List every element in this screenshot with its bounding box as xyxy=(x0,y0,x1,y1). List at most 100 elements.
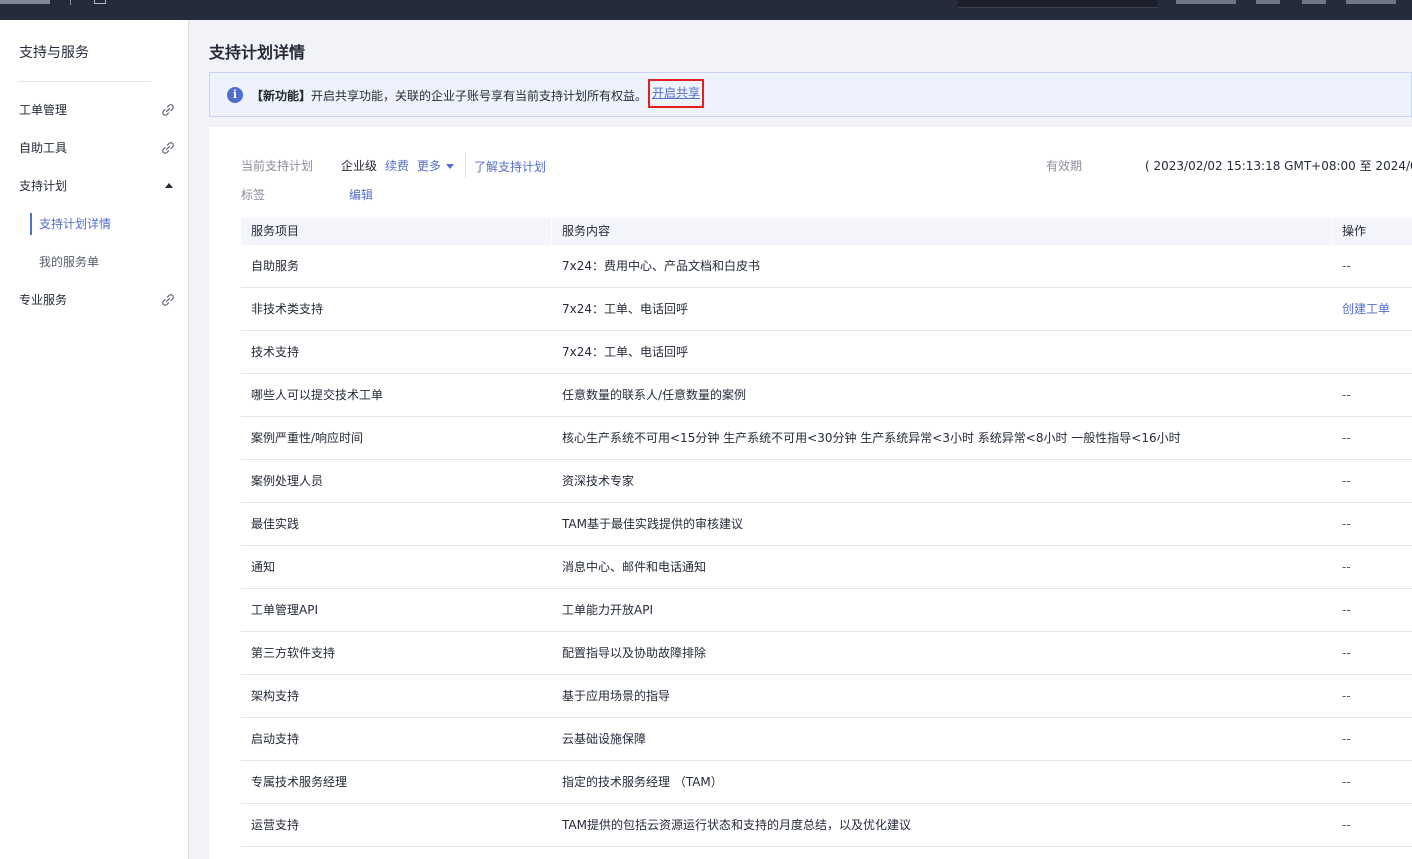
sidebar-item-label: 工单管理 xyxy=(19,103,68,117)
service-content-cell: 指定的技术服务经理 （TAM） xyxy=(562,775,723,789)
table-row: 工单管理API 工单能力开放API -- xyxy=(241,589,1412,632)
chevron-up-icon xyxy=(165,183,173,188)
table-row: 技术支持 7x24：工单、电话回呼 xyxy=(241,331,1412,374)
service-item-cell: 运营支持 xyxy=(251,818,300,832)
column-header-service-content: 服务内容 xyxy=(552,218,1332,245)
global-search-input[interactable] xyxy=(958,0,1158,8)
action-cell xyxy=(1332,331,1412,373)
topbar-menu-item[interactable] xyxy=(1302,0,1326,4)
service-content-cell: 7x24：工单、电话回呼 xyxy=(562,302,689,316)
sidebar-item-self-service-tools[interactable]: 自助工具 xyxy=(19,138,179,158)
more-dropdown[interactable]: 更多 xyxy=(417,157,455,174)
topbar-divider xyxy=(70,0,71,5)
action-cell: -- xyxy=(1342,560,1351,574)
create-ticket-link[interactable]: 创建工单 xyxy=(1332,288,1412,330)
meta-divider xyxy=(465,152,466,178)
column-header-service-item: 服务项目 xyxy=(241,218,552,245)
action-cell: -- xyxy=(1342,818,1351,832)
action-cell: -- xyxy=(1342,603,1351,617)
validity-label: 有效期 xyxy=(1046,159,1083,173)
service-list-icon[interactable] xyxy=(94,0,106,4)
service-content-cell: 任意数量的联系人/任意数量的案例 xyxy=(562,388,747,402)
action-cell: -- xyxy=(1342,388,1351,402)
table-row: 专属技术服务经理 指定的技术服务经理 （TAM） -- xyxy=(241,761,1412,804)
sidebar-item-professional-services[interactable]: 专业服务 xyxy=(19,290,179,310)
notice-message: 开启共享功能，关联的企业子账号享有当前支持计划所有权益。 xyxy=(311,89,648,103)
sidebar-subitem-my-service-orders[interactable]: 我的服务单 xyxy=(39,252,99,272)
action-cell: -- xyxy=(1342,775,1351,789)
table-row: 自助服务 7x24：费用中心、产品文档和白皮书 -- xyxy=(241,245,1412,288)
table-row: 通知 消息中心、邮件和电话通知 -- xyxy=(241,546,1412,589)
sidebar-item-ticket-management[interactable]: 工单管理 xyxy=(19,100,179,120)
sidebar: 支持与服务 工单管理 自助工具 支持计划 支持计划详情 我的服务单 专业服务 xyxy=(0,20,189,859)
plan-level: 企业级 xyxy=(341,159,378,173)
table-row: 第三方软件支持 配置指导以及协助故障排除 -- xyxy=(241,632,1412,675)
edit-tag-link[interactable]: 编辑 xyxy=(349,186,373,203)
sidebar-item-label: 自助工具 xyxy=(19,141,68,155)
chevron-down-icon xyxy=(446,164,455,169)
sidebar-subitem-support-plan-details[interactable]: 支持计划详情 xyxy=(39,214,111,234)
current-plan-label: 当前支持计划 xyxy=(241,159,314,173)
topbar-menu-item[interactable] xyxy=(1176,0,1236,4)
table-row: 非技术类支持 7x24：工单、电话回呼 创建工单 xyxy=(241,288,1412,331)
service-content-cell: 配置指导以及协助故障排除 xyxy=(562,646,707,660)
service-item-cell: 非技术类支持 xyxy=(251,302,324,316)
service-table: 服务项目 服务内容 操作 自助服务 7x24：费用中心、产品文档和白皮书 -- 非技术… xyxy=(241,218,1412,847)
service-item-cell: 通知 xyxy=(251,560,276,574)
topbar-menu-item[interactable] xyxy=(1256,0,1280,4)
service-content-cell: 工单能力开放API xyxy=(562,603,653,617)
service-item-cell: 专属技术服务经理 xyxy=(251,775,348,789)
sidebar-item-label: 支持计划 xyxy=(19,179,68,193)
service-item-cell: 自助服务 xyxy=(251,259,300,273)
notice-tag: 【新功能】 xyxy=(251,89,312,103)
action-cell: -- xyxy=(1342,732,1351,746)
tag-label: 标签 xyxy=(241,188,266,202)
service-content-cell: TAM提供的包括云资源运行状态和支持的月度总结，以及优化建议 xyxy=(562,818,911,832)
logo-icon[interactable] xyxy=(0,0,50,4)
service-item-cell: 案例严重性/响应时间 xyxy=(251,431,364,445)
service-item-cell: 最佳实践 xyxy=(251,517,300,531)
service-content-cell: 7x24：工单、电话回呼 xyxy=(562,345,689,359)
table-header: 服务项目 服务内容 操作 xyxy=(241,218,1412,245)
table-row: 案例严重性/响应时间 核心生产系统不可用<15分钟 生产系统不可用<30分钟 生产… xyxy=(241,417,1412,460)
action-cell: -- xyxy=(1342,517,1351,531)
sidebar-title: 支持与服务 xyxy=(19,45,89,61)
learn-support-plan-link[interactable]: 了解支持计划 xyxy=(474,158,546,175)
table-body: 自助服务 7x24：费用中心、产品文档和白皮书 -- 非技术类支持 7x24：工单、电话… xyxy=(241,245,1412,847)
service-item-cell: 架构支持 xyxy=(251,689,300,703)
more-label: 更多 xyxy=(417,159,442,173)
table-row: 运营支持 TAM提供的包括云资源运行状态和支持的月度总结，以及优化建议 -- xyxy=(241,804,1412,847)
table-row: 最佳实践 TAM基于最佳实践提供的审核建议 -- xyxy=(241,503,1412,546)
validity-value: ( 2023/02/02 15:13:18 GMT+08:00 至 2024/0… xyxy=(1145,159,1412,173)
renew-link[interactable]: 续费 xyxy=(385,157,409,174)
notice-text: 【新功能】开启共享功能，关联的企业子账号享有当前支持计划所有权益。 xyxy=(251,87,647,104)
action-cell: -- xyxy=(1342,431,1351,445)
sidebar-divider xyxy=(19,81,151,82)
service-content-cell: 云基础设施保障 xyxy=(562,732,647,746)
info-icon: i xyxy=(227,87,243,103)
service-content-cell: 资深技术专家 xyxy=(562,474,635,488)
active-indicator xyxy=(30,213,32,235)
action-cell: -- xyxy=(1342,646,1351,660)
service-item-cell: 哪些人可以提交技术工单 xyxy=(251,388,384,402)
service-content-cell: TAM基于最佳实践提供的审核建议 xyxy=(562,517,743,531)
action-cell: -- xyxy=(1342,689,1351,703)
column-header-actions: 操作 xyxy=(1342,224,1367,238)
support-plan-panel: 当前支持计划 企业级 续费 更多 了解支持计划 有效期 ( 2023/02/02… xyxy=(209,127,1412,859)
service-item-cell: 技术支持 xyxy=(251,345,300,359)
external-link-icon xyxy=(162,104,174,116)
user-menu[interactable] xyxy=(1346,0,1396,4)
top-nav-bar xyxy=(0,0,1412,20)
table-row: 哪些人可以提交技术工单 任意数量的联系人/任意数量的案例 -- xyxy=(241,374,1412,417)
external-link-icon xyxy=(162,294,174,306)
page-title: 支持计划详情 xyxy=(209,43,306,62)
sidebar-item-support-plan[interactable]: 支持计划 xyxy=(19,176,179,196)
notice-banner: i 【新功能】开启共享功能，关联的企业子账号享有当前支持计划所有权益。 开启共享 xyxy=(209,72,1412,117)
action-cell: -- xyxy=(1342,474,1351,488)
enable-sharing-link[interactable]: 开启共享 xyxy=(648,79,705,108)
service-content-cell: 7x24：费用中心、产品文档和白皮书 xyxy=(562,259,761,273)
table-row: 架构支持 基于应用场景的指导 -- xyxy=(241,675,1412,718)
service-item-cell: 案例处理人员 xyxy=(251,474,324,488)
service-content-cell: 基于应用场景的指导 xyxy=(562,689,671,703)
service-content-cell: 核心生产系统不可用<15分钟 生产系统不可用<30分钟 生产系统异常<3小时 系… xyxy=(562,431,1181,445)
